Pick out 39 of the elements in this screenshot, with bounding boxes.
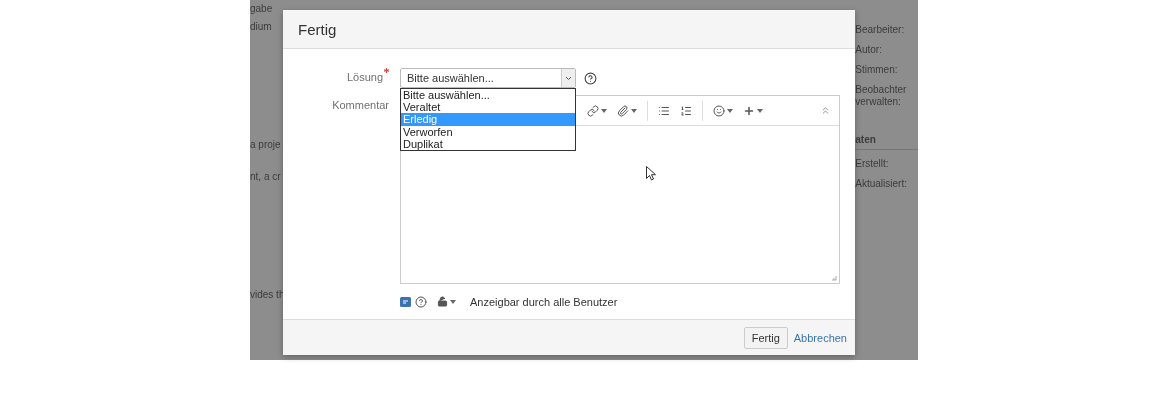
background-text: dium: [250, 21, 273, 34]
smiley-button[interactable]: [711, 102, 735, 119]
dialog-title: Fertig: [298, 20, 337, 38]
help-icon[interactable]: [584, 71, 597, 85]
paperclip-icon: [617, 104, 629, 117]
done-button[interactable]: Fertig: [743, 326, 788, 349]
cursor-icon: [646, 166, 656, 181]
resize-grip-icon[interactable]: [831, 275, 837, 281]
field-label: Aktualisiert:: [855, 178, 908, 190]
folder-icon[interactable]: [400, 296, 411, 307]
chevron-down-icon: [565, 75, 572, 81]
field-label: Lösung: [346, 70, 383, 83]
cancel-link[interactable]: Abbrechen: [793, 331, 847, 344]
caret-icon: [450, 299, 456, 304]
field-label: Kommentar: [332, 98, 389, 111]
link-icon: [587, 104, 599, 117]
numbered-list-icon: [680, 104, 692, 117]
paperclip-button[interactable]: [615, 102, 639, 119]
link-button[interactable]: [585, 102, 609, 119]
background-text: gabe: [250, 3, 274, 16]
help-icon[interactable]: [415, 295, 427, 308]
background-text: a proje: [250, 139, 282, 152]
background-text: nt, a cr: [250, 171, 282, 184]
lock-button[interactable]: [435, 294, 458, 309]
bulleted-list-icon: [658, 104, 670, 117]
resolution-select[interactable]: Bitte auswählen...: [400, 68, 576, 88]
visibility-text: Anzeigbar durch alle Benutzer: [470, 295, 618, 308]
caret-icon: [727, 108, 733, 113]
field-label: Stimmen:: [855, 64, 899, 76]
field-label: Bearbeiter:: [855, 24, 906, 36]
caret-icon: [757, 108, 763, 113]
caret-icon: [631, 108, 637, 113]
padlock-icon: [437, 296, 448, 307]
field-label: Erstellt:: [855, 158, 890, 170]
field-label: Beobachter verwalten:: [855, 84, 908, 108]
field-label: Autor:: [855, 44, 883, 56]
plus-icon: [743, 104, 755, 117]
caret-icon: [601, 108, 607, 113]
smiley-icon: [713, 104, 725, 117]
